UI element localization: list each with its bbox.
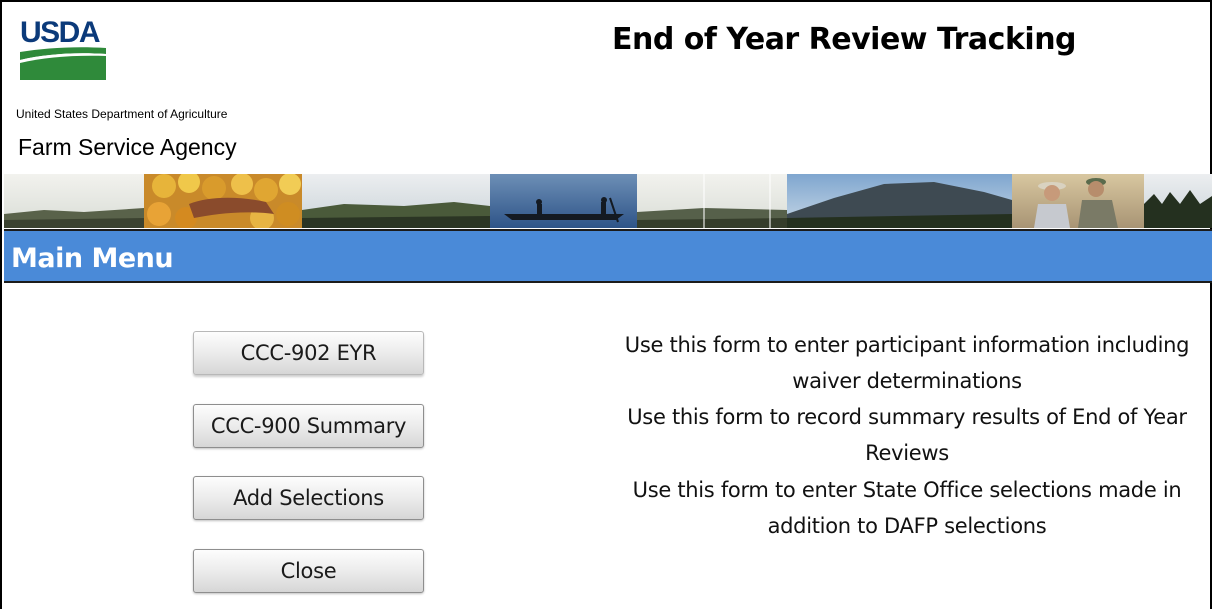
ccc-900-summary-button[interactable]: CCC-900 Summary [193, 404, 424, 448]
add-selections-description: Use this form to enter State Office sele… [632, 478, 1182, 538]
ccc-902-eyr-button[interactable]: CCC-902 EYR [193, 331, 424, 375]
close-button[interactable]: Close [193, 549, 424, 593]
main-menu-title: Main Menu [11, 243, 174, 274]
agency-name: Farm Service Agency [18, 134, 237, 160]
usda-logo-graphic [20, 47, 106, 80]
usda-logo: USDA [20, 18, 110, 82]
usda-logo-text: USDA [20, 16, 101, 49]
department-name: United States Department of Agriculture [16, 107, 228, 121]
main-menu-form: USDA United States Department of Agricul… [0, 0, 1212, 609]
ccc-900-summary-description: Use this form to record summary results … [627, 405, 1187, 465]
add-selections-button[interactable]: Add Selections [193, 476, 424, 520]
main-menu-bar: Main Menu [4, 229, 1212, 283]
app-title: End of Year Review Tracking [612, 22, 1077, 57]
header-photo-banner [4, 174, 1212, 228]
ccc-902-eyr-description: Use this form to enter participant infor… [624, 333, 1190, 393]
